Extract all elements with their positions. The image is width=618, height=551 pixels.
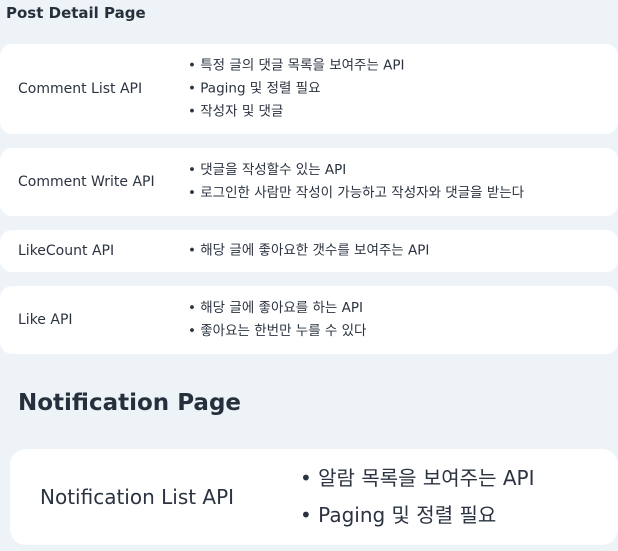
api-description-item: 특정 글의 댓글 목록을 보여주는 API	[188, 55, 404, 78]
api-description-item: 해당 글에 좋아요한 갯수를 보여주는 API	[188, 240, 429, 263]
section-title-post-detail: Post Detail Page	[6, 4, 146, 22]
api-description-item: 좋아요는 한번만 누를 수 있다	[188, 320, 366, 343]
api-description-list: 댓글을 작성할수 있는 API 로그인한 사람만 작성이 가능하고 작성자와 댓…	[188, 159, 524, 205]
api-description-list: 해당 글에 좋아요를 하는 API 좋아요는 한번만 누를 수 있다	[188, 297, 366, 343]
api-card-comment-list: Comment List API 특정 글의 댓글 목록을 보여주는 API P…	[0, 44, 618, 134]
api-description-item: 해당 글에 좋아요를 하는 API	[188, 297, 366, 320]
api-description-list: 알람 목록을 보여주는 API Paging 및 정렬 필요	[300, 460, 534, 534]
api-description-list: 해당 글에 좋아요한 갯수를 보여주는 API	[188, 240, 429, 263]
api-description-item: Paging 및 정렬 필요	[300, 497, 534, 534]
api-name: LikeCount API	[18, 243, 115, 259]
api-description-item: Paging 및 정렬 필요	[188, 78, 405, 101]
section-title-notification: Notification Page	[18, 390, 242, 416]
api-name: Like API	[18, 312, 73, 328]
api-description-item: 작성자 및 댓글	[188, 101, 405, 124]
api-description-item: 알람 목록을 보여주는 API	[300, 460, 534, 497]
api-card-notification-list: Notification List API 알람 목록을 보여주는 API Pa…	[10, 449, 618, 545]
api-name: Comment Write API	[18, 174, 155, 190]
api-description-item: 로그인한 사람만 작성이 가능하고 작성자와 댓글을 받는다	[188, 182, 524, 205]
api-name: Comment List API	[18, 81, 143, 97]
api-name: Notification List API	[40, 485, 235, 509]
api-description-item: 댓글을 작성할수 있는 API	[188, 159, 524, 182]
api-card-likecount: LikeCount API 해당 글에 좋아요한 갯수를 보여주는 API	[0, 230, 618, 272]
api-card-like: Like API 해당 글에 좋아요를 하는 API 좋아요는 한번만 누를 수…	[0, 286, 618, 354]
api-card-comment-write: Comment Write API 댓글을 작성할수 있는 API 로그인한 사…	[0, 148, 618, 216]
api-description-list: 특정 글의 댓글 목록을 보여주는 API Paging 및 정렬 필요 작성자…	[188, 55, 405, 124]
